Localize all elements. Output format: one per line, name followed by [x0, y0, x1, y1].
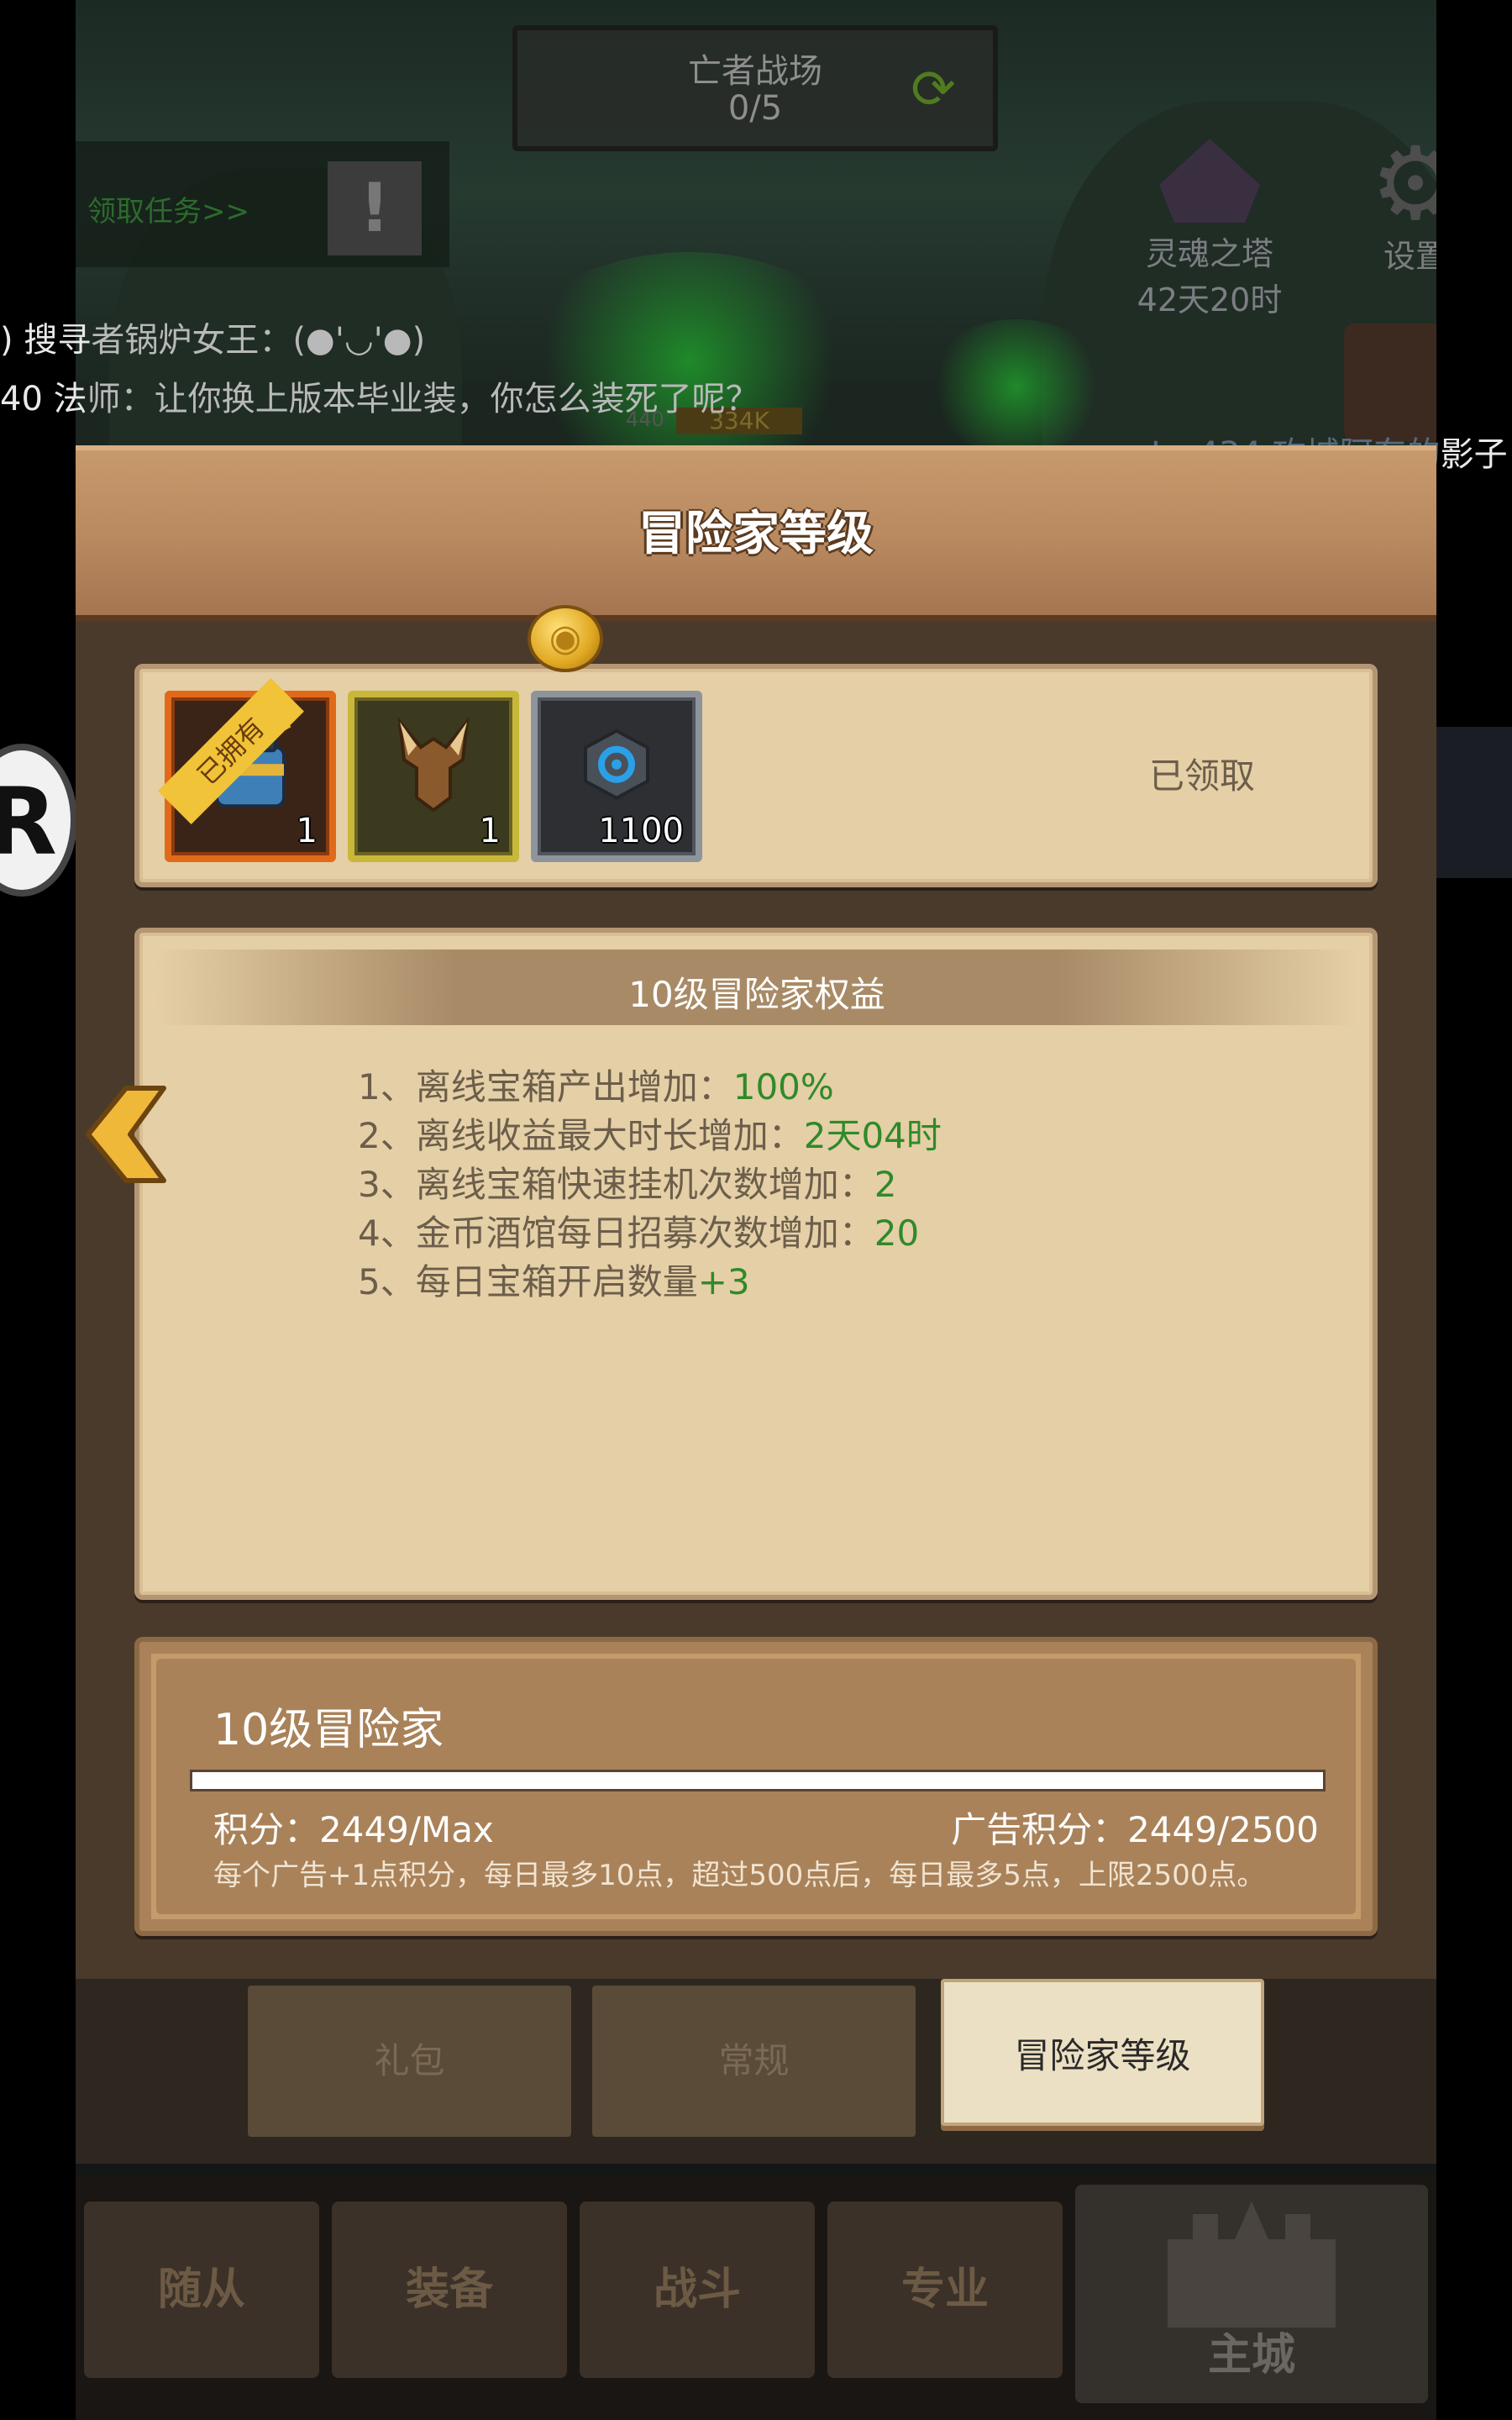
reward-count: 1: [296, 812, 318, 850]
chest-icon[interactable]: [1344, 324, 1436, 441]
nav-profession-button[interactable]: 专业: [827, 2202, 1063, 2378]
adventurer-level-title: 10级冒险家: [213, 1705, 444, 1755]
tab-adventurer-level[interactable]: 冒险家等级: [941, 1979, 1264, 2126]
benefit-item: 4、金币酒馆每日招募次数增加：20: [358, 1205, 942, 1254]
reward-item-slot[interactable]: 1100: [531, 691, 702, 862]
coin-icon: ◉: [528, 605, 603, 672]
tab-normal[interactable]: 常规: [592, 1986, 916, 2137]
benefits-panel: 10级冒险家权益 1、离线宝箱产出增加：100% 2、离线收益最大时长增加：2天…: [134, 928, 1378, 1600]
task-bar: 领取任务>> !: [76, 141, 449, 267]
gear-icon: ⚙: [1370, 126, 1436, 243]
nav-equipment-button[interactable]: 装备: [332, 2202, 567, 2378]
benefit-text: 3、离线宝箱快速挂机次数增加：: [358, 1164, 874, 1205]
benefit-item: 3、离线宝箱快速挂机次数增加：2: [358, 1156, 942, 1205]
score-rule-note: 每个广告+1点积分，每日最多10点，超过500点后，每日最多5点，上限2500点…: [213, 1859, 1266, 1892]
chat-text: 影子：: [1440, 435, 1512, 474]
floating-r-button[interactable]: R: [0, 744, 77, 897]
chat-message: 40 法师：让你换上版本毕业装，你怎么装死了呢？: [0, 371, 759, 420]
level-progress-inner: 10级冒险家 积分：2449/Max 广告积分：2449/2500 每个广告+1…: [156, 1659, 1356, 1914]
chat-prefix: ) 搜寻: [0, 321, 92, 360]
claim-task-link[interactable]: 领取任务>>: [87, 188, 249, 229]
chat-prefix: 40 法: [0, 380, 87, 418]
adventurer-level-panel: 冒险家等级 ◉ 已拥有 1 1 1100 已领取 10级冒险家权益 1、离线宝箱…: [76, 445, 1436, 1983]
main-navigation: 随从 装备 战斗 专业 主城: [76, 2176, 1436, 2420]
ad-score-text: 广告积分：2449/2500: [951, 1809, 1319, 1850]
soul-tower-name: 灵魂之塔: [1145, 235, 1273, 272]
level-progress-fill: [192, 1772, 1323, 1789]
benefit-text: 5、每日宝箱开启数量: [358, 1261, 698, 1302]
chat-text: 者锅炉女王：(●'◡'●): [91, 321, 426, 360]
nav-main-city-button[interactable]: 主城: [1075, 2185, 1428, 2403]
armor-icon: [387, 713, 480, 828]
reward-count: 1: [479, 812, 501, 850]
benefit-text: 2、离线收益最大时长增加：: [358, 1115, 804, 1156]
reward-item-slot[interactable]: 1: [348, 691, 519, 862]
panel-tabs: 礼包 常规 冒险家等级: [76, 1979, 1436, 2164]
panel-header: 冒险家等级: [76, 445, 1436, 622]
exclamation-icon[interactable]: !: [328, 161, 422, 255]
chat-message: ) 搜寻者锅炉女王：(●'◡'●): [0, 313, 425, 361]
nav-battle-button[interactable]: 战斗: [580, 2202, 815, 2378]
benefit-text: 4、金币酒馆每日招募次数增加：: [358, 1213, 874, 1254]
benefits-list: 1、离线宝箱产出增加：100% 2、离线收益最大时长增加：2天04时 3、离线宝…: [358, 1059, 942, 1302]
benefit-item: 5、每日宝箱开启数量+3: [358, 1254, 942, 1302]
side-strip: [1436, 727, 1512, 878]
benefit-value: 2天04时: [803, 1115, 942, 1156]
green-glow: [924, 319, 1109, 454]
reward-count: 1100: [598, 812, 684, 850]
benefit-text: 1、离线宝箱产出增加：: [358, 1066, 733, 1107]
level-progress-bar: [190, 1770, 1326, 1791]
claimed-status: 已领取: [1148, 755, 1255, 797]
score-text: 积分：2449/Max: [213, 1809, 494, 1850]
benefit-value: 2: [874, 1164, 897, 1205]
castle-icon: [1168, 2202, 1336, 2328]
tower-icon: [1159, 139, 1260, 223]
benefit-value: +3: [697, 1261, 750, 1302]
benefit-item: 1、离线宝箱产出增加：100%: [358, 1059, 942, 1107]
reward-row: 已拥有 1 1 1100 已领取: [134, 664, 1378, 887]
benefit-value: 20: [874, 1213, 920, 1254]
benefit-item: 2、离线收益最大时长增加：2天04时: [358, 1107, 942, 1156]
chat-text: 师：让你换上版本毕业装，你怎么装死了呢？: [87, 380, 759, 418]
settings-button[interactable]: ⚙ 设置: [1361, 134, 1436, 276]
battlefield-box[interactable]: 亡者战场 0/5 ⟳: [512, 25, 998, 151]
soul-tower-button[interactable]: 灵魂之塔 42天20时: [1084, 139, 1336, 324]
benefits-title: 10级冒险家权益: [628, 974, 885, 1015]
soul-tower-time: 42天20时: [1137, 281, 1283, 318]
gem-stone-icon: [570, 718, 663, 824]
nav-main-city-label: 主城: [1207, 2330, 1295, 2381]
level-progress-panel: 10级冒险家 积分：2449/Max 广告积分：2449/2500 每个广告+1…: [134, 1637, 1378, 1936]
nav-follower-button[interactable]: 随从: [84, 2202, 319, 2378]
reward-item-slot[interactable]: 已拥有 1: [158, 678, 336, 862]
benefits-title-bar: 10级冒险家权益: [156, 950, 1357, 1025]
green-glow: [512, 252, 865, 471]
chevron-left-icon[interactable]: [84, 1084, 176, 1185]
tab-gift[interactable]: 礼包: [248, 1986, 571, 2137]
refresh-icon[interactable]: ⟳: [904, 60, 963, 119]
panel-title: 冒险家等级: [638, 507, 874, 561]
benefit-value: 100%: [732, 1066, 834, 1107]
